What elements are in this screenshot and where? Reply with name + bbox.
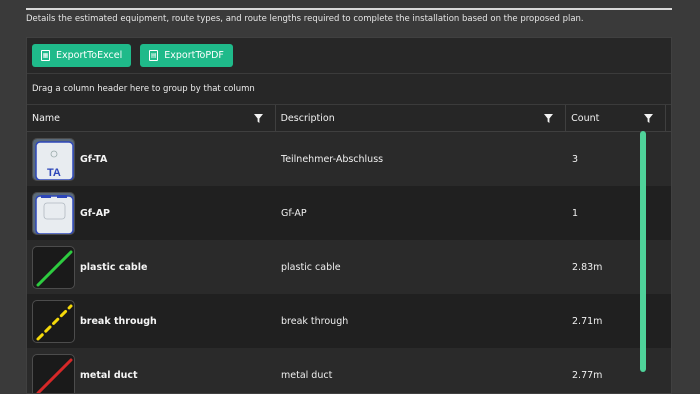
name-cell: metal duct [27, 348, 276, 393]
excel-file-icon: ▦ [41, 50, 50, 61]
count-cell: 1 [572, 207, 579, 219]
count-cell: 2.77m [572, 369, 603, 381]
count-cell: 3 [572, 153, 579, 165]
top-divider [26, 8, 672, 10]
row-name: plastic cable [80, 261, 148, 273]
row-name: break through [80, 315, 157, 327]
grid-toolbar: ▦ ExportToExcel ▤ ExportToPDF [27, 38, 671, 74]
filter-icon[interactable] [544, 114, 554, 123]
red-line-icon [32, 353, 75, 393]
name-cell: plastic cable [27, 240, 276, 294]
data-grid: ▦ ExportToExcel ▤ ExportToPDF Drag a col… [26, 37, 672, 394]
description-cell: Gf-AP [281, 207, 307, 219]
filter-icon[interactable] [253, 114, 263, 123]
pdf-file-icon: ▤ [149, 50, 159, 61]
description-cell: metal duct [281, 369, 333, 381]
page-description: Details the estimated equipment, route t… [26, 14, 584, 24]
column-header-description-label: Description [280, 112, 335, 124]
table-row[interactable]: metal duct metal duct 2.77m [27, 348, 671, 393]
name-cell: Gf-AP [27, 186, 276, 240]
table-row[interactable]: break through break through 2.71m [27, 294, 671, 348]
row-name: Gf-AP [80, 207, 111, 219]
description-cell: plastic cable [281, 261, 341, 273]
column-header-description[interactable]: Description [276, 105, 567, 131]
gf-ta-device-icon: TA [32, 137, 75, 181]
row-name: metal duct [80, 369, 138, 381]
name-cell: break through [27, 294, 276, 348]
column-header-count-label: Count [571, 112, 600, 124]
count-cell: 2.83m [572, 261, 603, 273]
svg-text:TA: TA [47, 167, 61, 179]
table-row[interactable]: TA Gf-TA Teilnehmer-Abschluss 3 [27, 132, 671, 186]
grid-body: TA Gf-TA Teilnehmer-Abschluss 3 Gf-AP Gf… [27, 132, 671, 393]
grid-header: Name Description Count [27, 105, 671, 132]
export-to-pdf-button[interactable]: ▤ ExportToPDF [140, 44, 233, 67]
column-header-name[interactable]: Name [27, 105, 276, 131]
green-line-icon [32, 245, 75, 289]
description-cell: break through [281, 315, 349, 327]
column-header-count[interactable]: Count [566, 105, 666, 131]
export-to-pdf-label: ExportToPDF [164, 50, 224, 61]
gf-ap-device-icon [32, 191, 75, 235]
yellow-dashed-line-icon [32, 299, 75, 343]
name-cell: TA Gf-TA [27, 132, 276, 186]
row-name: Gf-TA [80, 153, 108, 165]
table-row[interactable]: Gf-AP Gf-AP 1 [27, 186, 671, 240]
export-to-excel-button[interactable]: ▦ ExportToExcel [32, 44, 132, 67]
count-cell: 2.71m [572, 315, 603, 327]
vertical-scrollbar[interactable] [640, 131, 646, 372]
filter-icon[interactable] [644, 114, 653, 123]
column-header-spacer [666, 105, 671, 131]
description-cell: Teilnehmer-Abschluss [281, 153, 384, 165]
column-header-name-label: Name [32, 112, 61, 124]
group-panel[interactable]: Drag a column header here to group by th… [27, 74, 671, 105]
table-row[interactable]: plastic cable plastic cable 2.83m [27, 240, 671, 294]
export-to-excel-label: ExportToExcel [56, 50, 123, 61]
